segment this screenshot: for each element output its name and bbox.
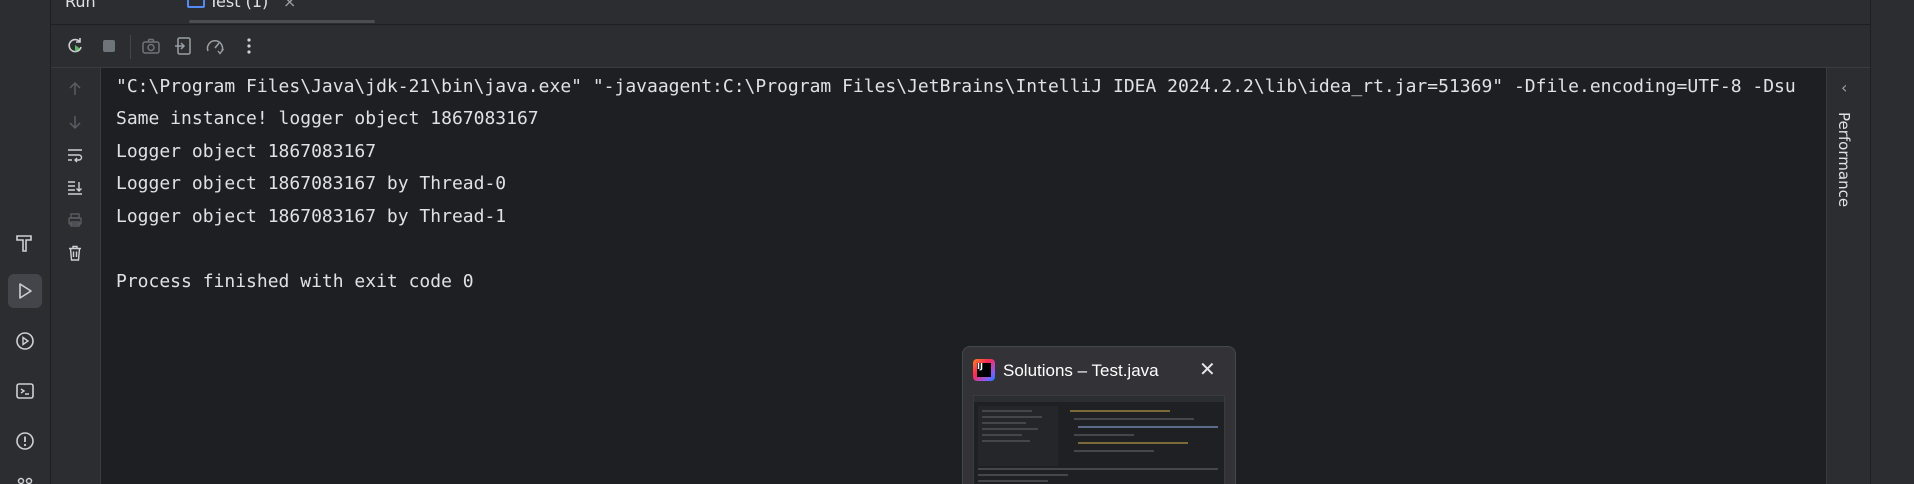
clear-all-button[interactable] xyxy=(64,242,86,264)
thumbnail-title: Solutions – Test.java xyxy=(1003,361,1159,380)
preview-line xyxy=(982,410,1032,412)
run-tab-bar: Run Test (1) × xyxy=(51,0,1870,25)
console-line-exit-status: Process finished with exit code 0 xyxy=(116,271,474,292)
console-line: Logger object 1867083167 by Thread-0 xyxy=(116,173,507,194)
preview-line xyxy=(982,440,1030,442)
terminal-icon xyxy=(16,383,34,399)
console-line: Same instance! logger object 1867083167 xyxy=(116,108,539,129)
preview-console-line xyxy=(978,480,1048,482)
profiler-button[interactable] xyxy=(203,34,227,58)
soft-wrap-button[interactable] xyxy=(64,144,86,166)
print-button[interactable] xyxy=(64,209,86,231)
performance-tool-tab[interactable]: Performance xyxy=(1835,112,1853,207)
preview-code-line xyxy=(1070,410,1170,412)
thumbnail-preview-image xyxy=(973,395,1225,484)
far-right-strip xyxy=(1870,0,1914,484)
tab-test-1[interactable]: Test (1) × xyxy=(119,0,375,24)
previous-occurrence-button[interactable] xyxy=(64,78,86,100)
rerun-button[interactable] xyxy=(63,34,87,58)
run-toolbar xyxy=(51,25,1870,68)
rerun-icon xyxy=(68,38,82,53)
trash-icon xyxy=(69,245,81,261)
git-button[interactable] xyxy=(8,468,42,484)
console-line: Logger object 1867083167 xyxy=(116,141,377,162)
more-icon xyxy=(247,38,251,54)
taskbar-window-thumbnail[interactable]: IJ Solutions – Test.java ✕ xyxy=(962,346,1236,484)
thumbnail-close-icon[interactable]: ✕ xyxy=(1199,357,1216,381)
preview-line xyxy=(982,422,1026,424)
preview-code-line xyxy=(1078,426,1218,428)
scroll-to-end-icon xyxy=(68,181,82,195)
next-occurrence-button[interactable] xyxy=(64,111,86,133)
right-tool-strip: ‹ Performance xyxy=(1826,68,1871,484)
run-tool-button[interactable] xyxy=(8,274,42,308)
hammer-icon xyxy=(16,235,32,252)
profiler-icon xyxy=(206,40,225,55)
run-config-icon xyxy=(187,0,205,8)
run-panel-title: Run xyxy=(65,0,96,11)
stop-icon xyxy=(103,40,115,52)
collapse-chevron-icon[interactable]: ‹ xyxy=(1841,78,1847,97)
up-arrow-icon xyxy=(69,81,81,95)
preview-code-line xyxy=(1078,442,1188,444)
ide-window: Run Test (1) × "C:\Program Files\Java\jd… xyxy=(0,0,1914,484)
services-button[interactable] xyxy=(8,324,42,358)
run-icon xyxy=(19,283,32,299)
preview-code-line xyxy=(1074,434,1134,436)
preview-code-line xyxy=(1074,450,1154,452)
preview-console-line xyxy=(978,474,1068,476)
preview-titlebar xyxy=(974,396,1224,402)
terminal-button[interactable] xyxy=(8,374,42,408)
tab-label: Test (1) xyxy=(209,0,269,11)
down-arrow-icon xyxy=(69,116,81,130)
stop-button[interactable] xyxy=(97,34,121,58)
git-icon xyxy=(17,477,33,484)
toolbar-separator xyxy=(130,35,131,59)
services-icon xyxy=(16,332,34,350)
preview-line xyxy=(982,434,1022,436)
tab-close-icon[interactable]: × xyxy=(283,0,296,11)
camera-icon xyxy=(142,38,160,54)
intellij-app-icon-text: IJ xyxy=(977,363,991,377)
preview-line xyxy=(982,416,1042,418)
dump-threads-button[interactable] xyxy=(139,34,163,58)
preview-project-panel xyxy=(978,406,1058,466)
preview-line xyxy=(982,428,1038,430)
intellij-app-icon: IJ xyxy=(973,359,995,381)
left-tool-strip xyxy=(0,0,51,484)
console-gutter xyxy=(51,68,101,484)
build-button[interactable] xyxy=(8,226,42,260)
restore-layout-button[interactable] xyxy=(171,34,195,58)
problems-button[interactable] xyxy=(8,424,42,458)
scroll-to-end-button[interactable] xyxy=(64,176,86,198)
restore-layout-icon xyxy=(175,37,191,55)
console-line-command: "C:\Program Files\Java\jdk-21\bin\java.e… xyxy=(116,76,1796,97)
tab-selected-indicator xyxy=(189,20,375,23)
problems-icon xyxy=(16,432,34,450)
soft-wrap-icon xyxy=(68,149,83,163)
more-actions-button[interactable] xyxy=(237,34,261,58)
print-icon xyxy=(68,213,82,227)
console-line: Logger object 1867083167 by Thread-1 xyxy=(116,206,507,227)
preview-code-line xyxy=(1074,418,1194,420)
preview-console-line xyxy=(978,468,1218,470)
